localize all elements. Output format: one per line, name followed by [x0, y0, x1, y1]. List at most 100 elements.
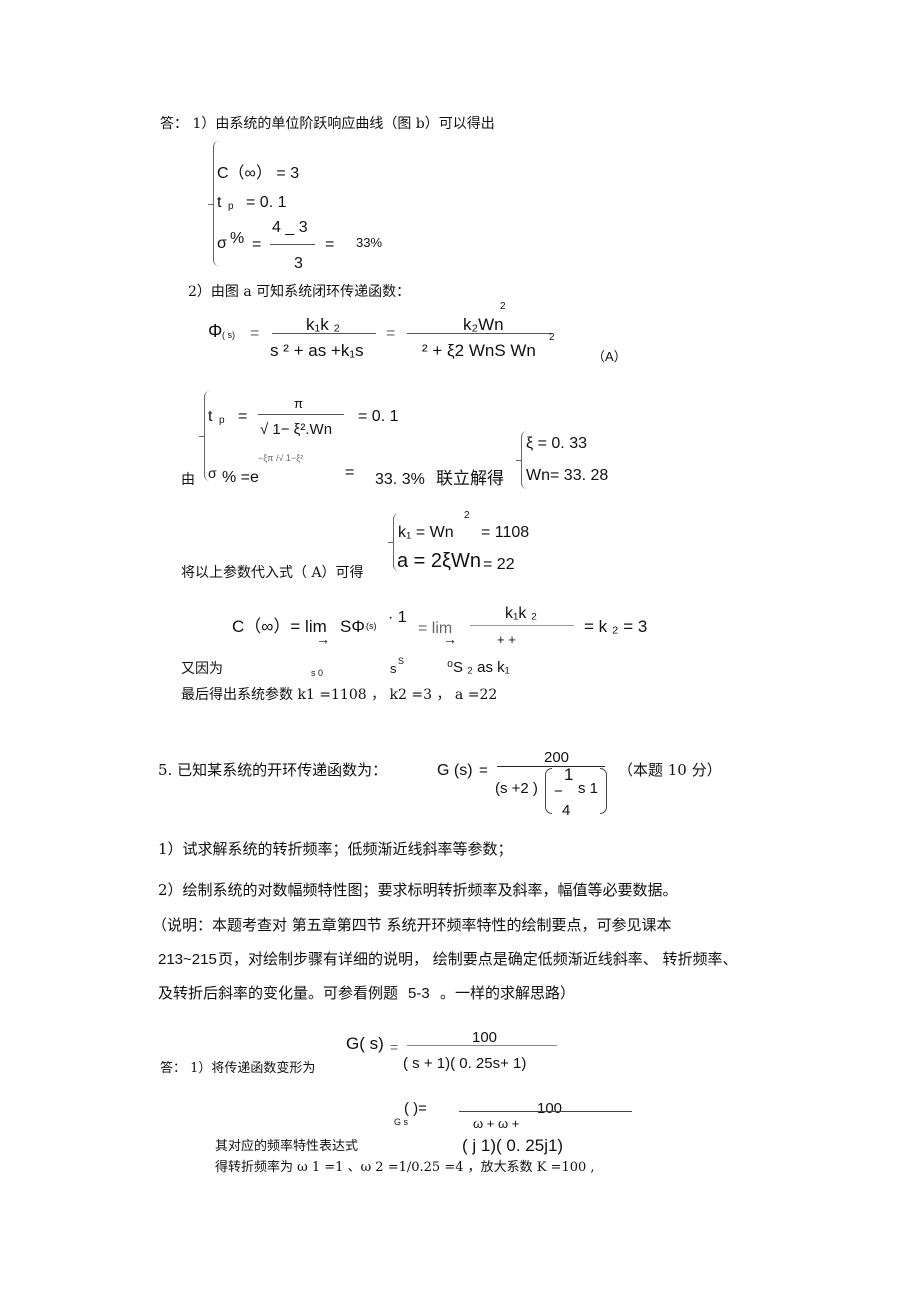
- sigma-value: 33. 3%: [375, 471, 425, 488]
- eq-sigma-equals-2: =: [325, 236, 335, 253]
- tp-subscript: p: [219, 415, 225, 426]
- limit-sub-2: ⁰S ₂ as k₁: [447, 659, 510, 676]
- dot-one: · 1: [388, 609, 407, 626]
- c-infinity-lim: C（∞）= lim: [232, 617, 327, 636]
- freq-denominator: ( j 1)( 0. 25j1): [462, 1136, 564, 1155]
- question-5-part-2: 2）绘制系统的对数幅频特性图；要求标明转折频率及斜率，幅值等必要数据。: [158, 881, 678, 899]
- question-5-part-1: 1）试求解系统的转折频率；低频渐近线斜率等参数；: [158, 840, 513, 858]
- question-5-note-line-3-end: 。一样的求解思路）: [440, 984, 576, 1002]
- g-s-equals: =: [479, 762, 488, 779]
- eq-sigma-result: 33%: [356, 235, 383, 250]
- fraction-bar: [258, 414, 344, 415]
- fraction2-denominator: ² + ξ2 WnS Wn: [422, 341, 536, 360]
- answer-denominator: ( s + 1)( 0. 25s+ 1): [403, 1055, 527, 1072]
- because-label: 又因为: [181, 661, 223, 677]
- paren-left: [545, 768, 552, 814]
- equation-label-a: （A）: [592, 349, 627, 364]
- answer-g-s: G( s): [346, 1034, 384, 1053]
- freq-numerator: 100: [537, 1100, 563, 1117]
- final-params: 最后得出系统参数 k1 =1108 ， k2 =3 ， a =22: [181, 687, 498, 703]
- eq-tp-symbol: t: [217, 194, 222, 211]
- k1-value: = 1108: [481, 524, 530, 541]
- g-s-label: G (s): [437, 762, 473, 779]
- eq-sigma-denominator: 3: [294, 255, 303, 272]
- question-5-note-line-2: 页，对绘制步骤有详细的说明， 绘制要点是确定低频渐近线斜率、 转折频率、: [218, 950, 738, 968]
- question-5-title: 5. 已知某系统的开环传递函数为：: [158, 761, 388, 779]
- limit-result: = k ₂ = 3: [584, 617, 648, 636]
- q5-denominator-right: s 1: [578, 780, 599, 797]
- substitute-text: 将以上参数代入式（ A）可得: [181, 565, 364, 581]
- freq-denominator-top: ω + ω +: [473, 1116, 520, 1131]
- corner-frequency-text: 得转折频率为 ω 1 =1 、ω 2 =1/0.25 =4 ，放大系数 K =1…: [215, 1160, 595, 1175]
- k1-superscript: 2: [464, 510, 470, 521]
- solve-label: 联立解得: [436, 469, 504, 489]
- tp-symbol: t: [208, 408, 213, 425]
- note-example-number: 5-3: [408, 985, 430, 1002]
- wn-result: Wn= 33. 28: [526, 467, 609, 484]
- phi-subscript: ( s): [222, 330, 235, 340]
- eq-tp-subscript: p: [228, 201, 234, 212]
- limit-fraction-numerator: k₁k ₂: [505, 605, 538, 622]
- equals-1: =: [250, 325, 260, 342]
- fraction-bar: [407, 1045, 557, 1046]
- eq-sigma-symbol: σ: [217, 235, 227, 252]
- question-5-note-line-1: （说明：本题考查对 第五章第四节 系统开环频率特性的绘制要点，可参见课本: [152, 916, 672, 934]
- fraction-bar: [497, 766, 605, 767]
- q5-inner-numerator: 1: [564, 765, 574, 784]
- eq-c-infinity: C（∞） = 3: [217, 165, 300, 182]
- fraction2-num-sup: 2: [500, 301, 506, 312]
- sigma-equals: =: [345, 464, 355, 481]
- eq-tp-value: = 0. 1: [246, 194, 287, 211]
- sigma-percent-e: % =e: [222, 469, 259, 486]
- tp-value: = 0. 1: [358, 408, 399, 425]
- question-5-score: （本题 10 分）: [618, 761, 722, 779]
- q5-denominator-left: (s +2 ): [495, 780, 538, 797]
- fraction2-den-sup: 2: [549, 332, 555, 343]
- tp-denominator: √ 1− ξ².Wn: [260, 421, 333, 438]
- sigma-symbol: σ: [208, 465, 217, 481]
- limit-arrow: →: [443, 631, 457, 647]
- phi-symbol: Φ: [208, 321, 223, 341]
- s-s: s: [390, 661, 397, 676]
- eq-sigma-numerator: 4 _ 3: [272, 219, 308, 236]
- g-small: G s: [394, 1117, 409, 1127]
- xi-result: ξ = 0. 33: [526, 435, 587, 452]
- note-page-range: 213~215: [158, 951, 217, 968]
- q5-inner-bar: −: [554, 783, 563, 800]
- k1-equation: k₁ = Wn: [398, 524, 454, 541]
- tp-numerator: π: [294, 396, 303, 411]
- answer-2-intro: 2）由图 a 可知系统闭环传递函数：: [188, 284, 411, 300]
- q5-numerator: 200: [544, 749, 570, 766]
- you-label: 由: [181, 472, 195, 488]
- fraction1-denominator: s ² + as +k₁s: [270, 341, 364, 360]
- g-paren-equals: ( )=: [404, 1100, 427, 1117]
- a-value: = 22: [483, 556, 515, 573]
- fraction-bar: [272, 333, 376, 334]
- fraction1-numerator: k₁k ₂: [306, 315, 341, 334]
- answer-numerator: 100: [472, 1029, 498, 1046]
- fraction-bar: [407, 333, 552, 334]
- fraction-bar: [270, 244, 315, 245]
- sigma-exponent: −ξπ /√ 1−ξ²: [258, 453, 304, 463]
- s-phi: SΦ: [340, 617, 365, 636]
- answer-g-s-equals: =: [390, 1039, 399, 1055]
- answer-1-intro: 答： 1）由系统的单位阶跃响应曲线（图 b）可以得出: [160, 116, 495, 132]
- limit-fraction-pluses: + +: [497, 632, 516, 647]
- paren-right: [600, 768, 607, 814]
- fraction-bar: [470, 625, 574, 626]
- equals-2: =: [386, 325, 396, 342]
- eq-sigma-percent: %: [230, 230, 245, 247]
- a-equation: a = 2ξWn: [397, 550, 481, 572]
- limit-arrow: →: [316, 631, 330, 647]
- question-5-note-line-3: 及转折后斜率的变化量。可参看例题: [158, 984, 399, 1002]
- fraction2-numerator: k₂Wn: [463, 315, 504, 334]
- limit-sub-1: s 0: [311, 668, 324, 678]
- freq-label: 其对应的频率特性表达式: [215, 1139, 359, 1154]
- eq-sigma-equals: =: [252, 236, 262, 253]
- answer-5-intro: 答： 1）将传递函数变形为: [160, 1061, 316, 1076]
- q5-inner-denominator: 4: [562, 802, 571, 819]
- s-s-superscript: S: [398, 656, 405, 666]
- fraction-bar: [459, 1111, 632, 1112]
- tp-equals: =: [238, 408, 248, 425]
- phi-subscript: (s): [366, 621, 377, 631]
